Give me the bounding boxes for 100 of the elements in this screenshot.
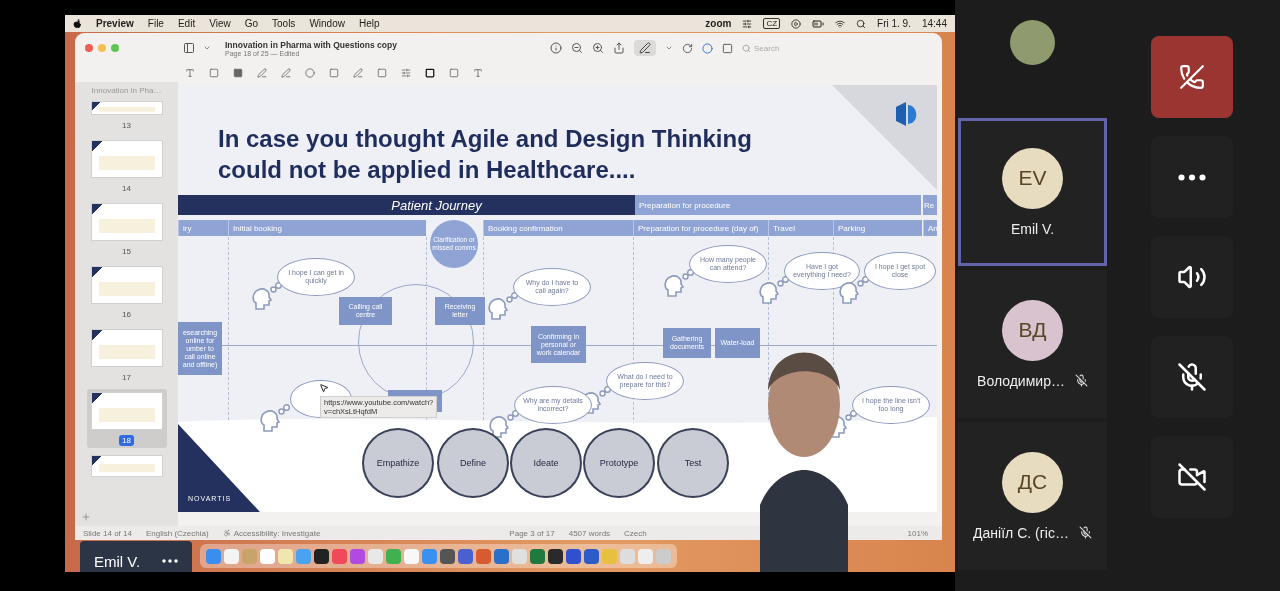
app-icon[interactable] (440, 548, 455, 564)
page-number: 18 (119, 435, 134, 446)
presenter-name: Emil V. (94, 552, 141, 570)
mute-button[interactable] (1150, 336, 1233, 418)
page-number: 14 (121, 183, 132, 194)
zoom-menu-label[interactable]: zoom (705, 18, 732, 29)
markup-button[interactable] (634, 40, 656, 56)
hang-up-button[interactable] (1150, 36, 1233, 118)
menu-item[interactable]: Window (309, 18, 345, 29)
font-style-icon[interactable] (473, 67, 483, 78)
fill-color-icon[interactable] (449, 67, 459, 78)
rotate-icon[interactable] (682, 42, 693, 54)
menu-date[interactable]: Fri 1. 9. (877, 18, 911, 29)
battery-icon[interactable] (812, 17, 825, 30)
thinking-head-icon (488, 292, 518, 320)
speaker-button[interactable] (1150, 236, 1233, 318)
sliders-icon[interactable] (742, 18, 753, 29)
camera-button[interactable] (1150, 436, 1233, 518)
accessibility-icon (222, 529, 231, 537)
phase-bar: Preparation for procedure (635, 195, 921, 215)
line-style-icon[interactable] (401, 67, 411, 78)
form-icon[interactable] (722, 42, 733, 54)
app-icon[interactable] (548, 548, 563, 564)
menu-item[interactable]: Edit (177, 18, 196, 29)
more-icon (1177, 173, 1206, 181)
camera-off-icon (1176, 462, 1207, 492)
wifi-icon[interactable] (835, 18, 846, 29)
app-icon[interactable] (314, 548, 329, 564)
status-text[interactable]: Accessibility: Investigate (222, 528, 321, 538)
stage-header: iry (178, 220, 228, 236)
stage-header: Booking confirmation (483, 220, 633, 236)
zoom-level: 101% (907, 528, 928, 538)
annotate-icon[interactable] (702, 42, 713, 54)
menu-item[interactable]: View (209, 18, 231, 29)
slide-title: In case you thought Agile and Design Thinking could not be applied in Healthcare.... (218, 124, 752, 185)
photo-placeholder (1010, 20, 1055, 65)
border-color-icon[interactable] (425, 67, 435, 78)
search-icon[interactable] (856, 18, 867, 29)
sidebar-title: Innovation in Pha… (91, 86, 162, 95)
page-thumbnail[interactable]: 17 (86, 326, 167, 385)
stage-header: Initial booking (228, 220, 426, 236)
selection-tool-icon[interactable] (209, 67, 219, 78)
info-icon[interactable] (550, 42, 562, 54)
close-button[interactable] (85, 44, 93, 52)
page-number: 13 (121, 120, 132, 131)
thinking-head-icon (252, 282, 282, 310)
page-number: 16 (121, 309, 132, 320)
menu-item[interactable]: File (147, 18, 164, 29)
thinking-head-icon (839, 276, 869, 304)
stage-header: Preparation for procedure (day of) (633, 220, 768, 236)
participant-avatar: ВД (1002, 299, 1063, 361)
add-icon[interactable] (81, 512, 91, 522)
play-icon[interactable] (791, 18, 802, 29)
sketch-tool-icon[interactable] (257, 67, 267, 78)
cursor-icon (319, 383, 329, 393)
zoom-button[interactable] (111, 44, 119, 52)
app-icon[interactable] (566, 548, 581, 564)
more-icon (162, 559, 178, 563)
zoom-in-icon[interactable] (592, 42, 604, 54)
app-icon[interactable] (584, 548, 599, 564)
participant-tile[interactable]: ВД Володимир… (958, 270, 1107, 418)
draw-tool-icon[interactable] (281, 67, 291, 78)
participant-name: Даніїл С. (гіс… (973, 524, 1069, 541)
zoom-out-icon[interactable] (571, 42, 583, 54)
participant-avatar: ДС (1002, 451, 1063, 513)
text-box-icon[interactable] (329, 67, 339, 78)
menu-item[interactable]: Go (244, 18, 258, 29)
redact-tool-icon[interactable] (233, 67, 243, 78)
input-source-indicator[interactable]: CZ (763, 18, 781, 29)
note-tool-icon[interactable] (377, 67, 387, 78)
journey-title-bar: Patient Journey (178, 195, 635, 215)
apple-icon[interactable] (73, 18, 82, 29)
status-text: Czech (624, 528, 647, 538)
caret-icon[interactable] (203, 44, 211, 52)
text-tool-icon[interactable] (185, 67, 195, 78)
app-menu[interactable]: Preview (96, 18, 134, 29)
participant-avatar: EV (1002, 147, 1063, 209)
stage-header: An (923, 220, 937, 236)
status-text: Page 3 of 17 (509, 528, 555, 538)
menu-item[interactable]: Help (358, 18, 380, 29)
sidebar-toggle-icon[interactable] (183, 42, 195, 54)
search-field[interactable]: Search (754, 42, 904, 54)
menu-time[interactable]: 14:44 (921, 18, 947, 29)
menu-item[interactable]: Tools (272, 18, 296, 29)
share-icon[interactable] (613, 42, 625, 54)
page-thumbnail[interactable]: 18 (86, 389, 167, 448)
shapes-tool-icon[interactable] (305, 67, 315, 78)
page-thumbnail[interactable]: 16 (86, 263, 167, 322)
status-text: English (Czechia) (145, 528, 209, 538)
stage-header: Parking (833, 220, 922, 236)
mic-off-icon (1176, 362, 1207, 392)
page-thumbnail[interactable]: 13 (86, 98, 167, 133)
page-thumbnail[interactable]: 15 (86, 200, 167, 259)
participant-tile[interactable]: EV Emil V. (958, 118, 1107, 266)
caret-icon[interactable] (665, 44, 673, 52)
sign-tool-icon[interactable] (353, 67, 363, 78)
thinking-head-icon (664, 269, 694, 297)
page-thumbnail[interactable]: 14 (86, 137, 167, 196)
participant-tile[interactable]: ДС Даніїл С. (гіс… (958, 422, 1107, 570)
status-text: 4507 words (568, 528, 611, 538)
